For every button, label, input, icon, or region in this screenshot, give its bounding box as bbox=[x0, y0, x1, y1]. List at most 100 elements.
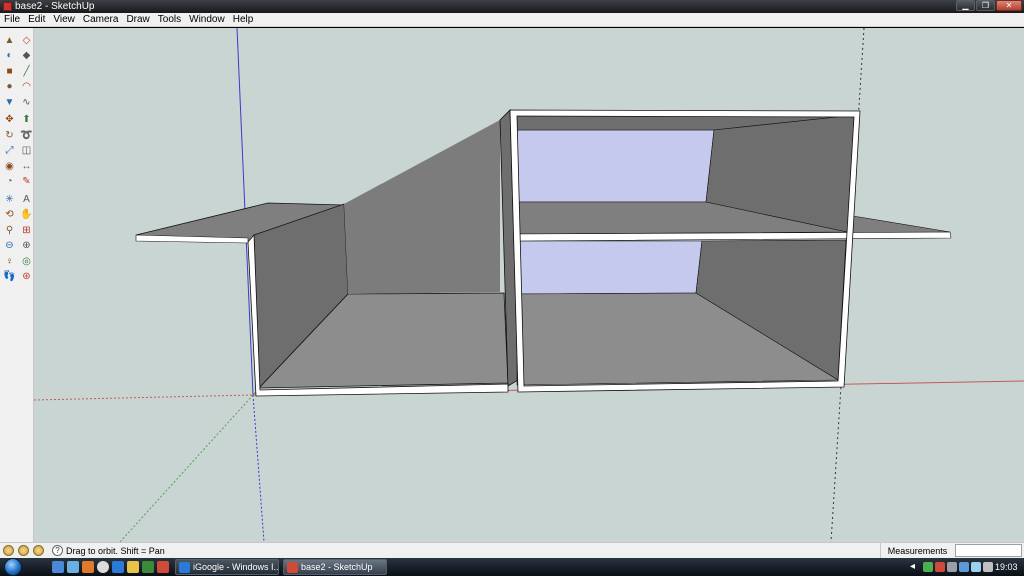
eraser-alt-tool-button[interactable]: ◆ bbox=[19, 49, 34, 65]
follow-me-tool-button[interactable]: ➰ bbox=[19, 128, 34, 144]
axes-tool-button[interactable]: ✳ bbox=[2, 192, 17, 208]
scale-icon: ⤢ bbox=[5, 145, 14, 157]
credits-icon[interactable] bbox=[18, 545, 29, 556]
rectangle-icon: ■ bbox=[6, 65, 13, 77]
arc-tool-button[interactable]: ◠ bbox=[19, 80, 34, 96]
tool-grid: ▲ ◇ ◐ ◆ ■ ╱ ● ◠ ▼ ∿ ✥ ⬆ ↻ ➰ ⤢ ◫ ◉ ↔ ◔ ✎ ✳ A ⟲ ✋ ⚲ ⊞ ⊖ ⊕ ♀ ◎ 👣 ⊛ bbox=[0, 28, 33, 285]
taskbar-clock[interactable]: 19:03 bbox=[995, 558, 1018, 576]
offset-tool-button[interactable]: ◫ bbox=[19, 144, 34, 160]
switch-windows-icon[interactable] bbox=[67, 561, 79, 573]
zoom-window-tool-button[interactable]: ⊞ bbox=[19, 223, 34, 239]
orbit-tool-button[interactable]: ⟲ bbox=[2, 208, 17, 224]
move-tool-button[interactable]: ✥ bbox=[2, 113, 17, 129]
geolocation-icon[interactable] bbox=[3, 545, 14, 556]
walk-tool-button[interactable]: 👣 bbox=[2, 270, 17, 286]
freehand-icon: ∿ bbox=[22, 96, 31, 108]
tray-icon-grey[interactable] bbox=[947, 562, 957, 572]
protractor-tool-button[interactable]: ◔ bbox=[2, 175, 17, 191]
scale-tool-button[interactable]: ⤢ bbox=[2, 144, 17, 160]
polygon-tool-button[interactable]: ▼ bbox=[2, 95, 17, 111]
model-canvas[interactable] bbox=[34, 28, 1024, 542]
line-tool-button[interactable]: ╱ bbox=[19, 64, 34, 80]
menu-draw[interactable]: Draw bbox=[122, 13, 153, 27]
zoom-extents-icon: ⊕ bbox=[22, 240, 31, 252]
3d-text-tool-button[interactable]: A bbox=[19, 192, 34, 208]
right-wing-top bbox=[848, 215, 951, 235]
security-tray-icon[interactable] bbox=[923, 562, 933, 572]
arc-icon: ◠ bbox=[22, 81, 31, 93]
left-shelf-unit[interactable] bbox=[135, 120, 509, 397]
zoom-tool-button[interactable]: ⚲ bbox=[2, 223, 17, 239]
sketchup-quicklaunch-icon[interactable] bbox=[157, 561, 169, 573]
section-plane-tool-button[interactable]: ⊛ bbox=[19, 270, 34, 286]
menu-tools[interactable]: Tools bbox=[154, 13, 185, 27]
start-button[interactable] bbox=[4, 558, 22, 576]
menu-view[interactable]: View bbox=[49, 13, 79, 27]
left-back-wall bbox=[344, 120, 500, 294]
section-plane-icon: ⊛ bbox=[22, 271, 31, 283]
pan-tool-button[interactable]: ✋ bbox=[19, 208, 34, 224]
taskbar-item-sketchup[interactable]: base2 - SketchUp bbox=[283, 559, 387, 575]
tape-measure-icon: ◉ bbox=[5, 160, 14, 172]
help-icon[interactable]: ? bbox=[52, 545, 63, 556]
network-icon[interactable] bbox=[959, 562, 969, 572]
internet-explorer-icon[interactable] bbox=[112, 561, 124, 573]
right-cabinet-unit[interactable] bbox=[499, 109, 952, 393]
minimize-button[interactable]: ▁ bbox=[956, 0, 975, 11]
title-bar: base2 - SketchUp ▁ ❐ ✕ bbox=[0, 0, 1024, 13]
volume-icon[interactable] bbox=[971, 562, 981, 572]
zoom-window-icon: ⊞ bbox=[22, 224, 31, 236]
tape-measure-tool-button[interactable]: ◉ bbox=[2, 159, 17, 175]
lower-back-panel bbox=[516, 240, 703, 295]
blue-axis-hidden bbox=[252, 394, 265, 542]
menu-window[interactable]: Window bbox=[185, 13, 229, 27]
task-label: iGoogle - Windows I... bbox=[193, 562, 279, 572]
push-pull-icon: ⬆ bbox=[22, 114, 31, 126]
polygon-icon: ▼ bbox=[4, 96, 15, 108]
rectangle-tool-button[interactable]: ■ bbox=[2, 64, 17, 80]
paint-bucket-tool-button[interactable]: ◐ bbox=[2, 49, 17, 65]
look-around-tool-button[interactable]: ◎ bbox=[19, 254, 34, 270]
position-camera-icon: ♀ bbox=[5, 255, 14, 267]
menu-help[interactable]: Help bbox=[229, 13, 258, 27]
maximize-button[interactable]: ❐ bbox=[976, 0, 995, 11]
position-camera-tool-button[interactable]: ♀ bbox=[2, 254, 17, 270]
select-tool-button[interactable]: ▲ bbox=[2, 33, 17, 49]
sketchup-app-icon[interactable] bbox=[3, 2, 12, 11]
task-label: base2 - SketchUp bbox=[301, 562, 373, 572]
tray-icon-misc[interactable] bbox=[983, 562, 993, 572]
user-icon[interactable] bbox=[33, 545, 44, 556]
dimension-tool-button[interactable]: ↔ bbox=[19, 159, 34, 175]
push-pull-tool-button[interactable]: ⬆ bbox=[19, 113, 34, 129]
tray-icon-red[interactable] bbox=[935, 562, 945, 572]
zoom-previous-tool-button[interactable]: ⊖ bbox=[2, 239, 17, 255]
zoom-extents-tool-button[interactable]: ⊕ bbox=[19, 239, 34, 255]
close-button[interactable]: ✕ bbox=[996, 0, 1022, 11]
text-tool-button[interactable]: ✎ bbox=[19, 175, 34, 191]
zoom-icon: ⚲ bbox=[5, 224, 14, 236]
eraser-icon: ◇ bbox=[22, 34, 31, 46]
offset-icon: ◫ bbox=[21, 145, 32, 157]
move-icon: ✥ bbox=[5, 114, 14, 126]
circle-tool-button[interactable]: ● bbox=[2, 80, 17, 96]
window-title: base2 - SketchUp bbox=[15, 1, 95, 12]
messenger-icon[interactable] bbox=[142, 561, 154, 573]
internet-explorer-icon bbox=[179, 562, 190, 573]
eraser-tool-button[interactable]: ◇ bbox=[19, 33, 34, 49]
tray-expand-chevron[interactable]: ◂ bbox=[910, 558, 915, 576]
drawing-viewport[interactable] bbox=[34, 28, 1024, 542]
red-axis-hidden bbox=[34, 394, 254, 401]
menu-camera[interactable]: Camera bbox=[79, 13, 123, 27]
taskbar-item-igoogle[interactable]: iGoogle - Windows I... bbox=[175, 559, 279, 575]
menu-file[interactable]: File bbox=[0, 13, 24, 27]
measurements-input[interactable] bbox=[955, 544, 1022, 557]
freehand-tool-button[interactable]: ∿ bbox=[19, 95, 34, 111]
folder-icon[interactable] bbox=[127, 561, 139, 573]
orbit-icon: ⟲ bbox=[5, 209, 14, 221]
rotate-tool-button[interactable]: ↻ bbox=[2, 128, 17, 144]
menu-edit[interactable]: Edit bbox=[24, 13, 49, 27]
media-player-icon[interactable] bbox=[82, 561, 94, 573]
text-icon: ✎ bbox=[22, 176, 31, 188]
show-desktop-icon[interactable] bbox=[52, 561, 64, 573]
browser-icon[interactable] bbox=[97, 561, 109, 573]
